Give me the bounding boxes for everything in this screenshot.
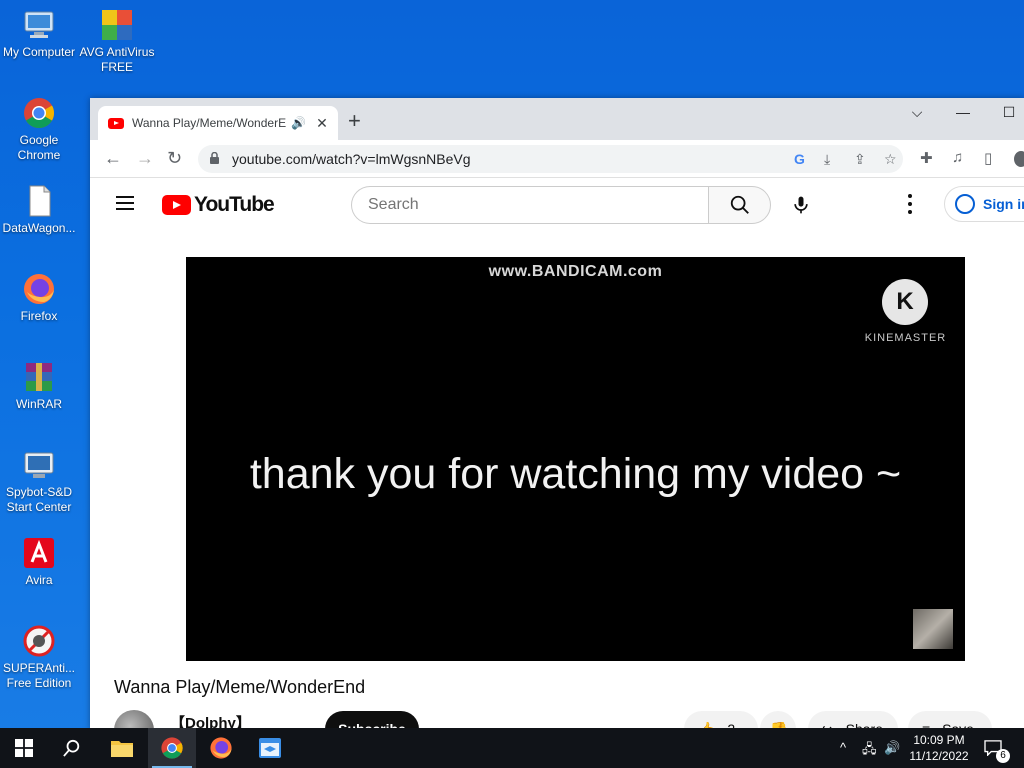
firefox-icon xyxy=(22,272,56,306)
kinemaster-logo-letter: K xyxy=(896,288,914,315)
bookmark-star-icon[interactable]: ☆ xyxy=(884,151,897,168)
kinemaster-logo-icon: K xyxy=(882,279,928,325)
winrar-icon xyxy=(22,360,56,394)
bandicam-watermark: www.BANDICAM.com xyxy=(488,263,663,280)
folder-icon xyxy=(111,741,133,757)
google-lens-icon[interactable]: G xyxy=(794,151,805,167)
address-bar[interactable]: youtube.com/watch?v=lmWgsnNBeVg G ⤓ ⇪ ☆ xyxy=(198,145,903,173)
reload-button[interactable]: ↻ xyxy=(167,148,182,168)
tab-youtube[interactable]: Wanna Play/Meme/WonderE 🔊 ✕ xyxy=(98,106,338,140)
desktop-icon-label: Spybot-S&D Start Center xyxy=(5,485,73,514)
video-caption: thank you for watching my video ~ xyxy=(249,450,902,498)
side-panel-icon[interactable]: ▯ xyxy=(984,149,992,167)
taskbar-clock[interactable]: 10:09 PM 11/12/2022 xyxy=(900,732,978,764)
microphone-icon xyxy=(794,196,808,214)
cat-image xyxy=(913,609,953,649)
desktop-icon-datawagon[interactable]: DataWagon... xyxy=(0,184,78,236)
desktop-icon-avira[interactable]: Avira xyxy=(0,536,78,588)
video-title: Wanna Play/Meme/WonderEnd xyxy=(114,677,366,697)
taskbar-file-explorer[interactable] xyxy=(98,728,146,768)
youtube-header: YouTube Sign in xyxy=(90,178,1024,232)
taskbar-app[interactable] xyxy=(246,728,294,768)
channel-avatar[interactable] xyxy=(114,710,154,730)
desktop-icon-my-computer[interactable]: My Computer xyxy=(0,8,78,60)
desktop-icon-label: WinRAR xyxy=(15,397,62,411)
browser-toolbar: ← → ↻ youtube.com/watch?v=lmWgsnNBeVg G … xyxy=(90,140,1024,178)
avira-icon xyxy=(22,536,56,570)
document-icon xyxy=(22,184,56,218)
speaker-icon[interactable]: 🔊 xyxy=(291,116,306,130)
clock-time: 10:09 PM xyxy=(913,733,965,747)
windows-logo-icon xyxy=(15,739,33,757)
extensions-icon[interactable]: ✚ xyxy=(920,149,933,167)
desktop-icon-avg[interactable]: AVG AntiVirus FREE xyxy=(78,8,156,75)
desktop-icon-label: Firefox xyxy=(20,309,58,323)
desktop-icon-label: Google Chrome xyxy=(17,133,61,162)
spybot-icon xyxy=(22,448,56,482)
notifications-button[interactable]: 6 xyxy=(980,728,1020,768)
close-tab-icon[interactable]: ✕ xyxy=(314,115,330,132)
minimize-button[interactable]: — xyxy=(943,102,983,122)
channel-row: 【Dolphy】 Subscribe 👍 2 👎 ↪ Share ≡ Save xyxy=(90,706,1024,730)
avg-antivirus-icon xyxy=(100,8,134,42)
sign-in-label: Sign in xyxy=(983,196,1024,212)
tray-chevron-icon[interactable]: ^ xyxy=(840,740,846,755)
install-app-icon[interactable]: ⤓ xyxy=(824,151,830,168)
desktop-icon-label: DataWagon... xyxy=(2,221,76,235)
search-button[interactable] xyxy=(708,186,771,224)
more-options-icon[interactable] xyxy=(908,194,912,214)
video-player[interactable]: www.BANDICAM.com K KINEMASTER thank you … xyxy=(186,257,965,661)
superantispyware-icon xyxy=(22,624,56,658)
browser-window: Wanna Play/Meme/WonderE 🔊 ✕ + ⌵ — ☐ ← → … xyxy=(90,98,1024,730)
desktop-icon-superantispyware[interactable]: SUPERAnti... Free Edition xyxy=(0,624,78,691)
notification-count-badge: 6 xyxy=(996,749,1010,763)
desktop-icon-firefox[interactable]: Firefox xyxy=(0,272,78,324)
sign-in-button[interactable]: Sign in xyxy=(944,186,1024,222)
kinemaster-watermark: KINEMASTER xyxy=(864,332,947,344)
hamburger-menu-icon[interactable] xyxy=(116,196,134,210)
desktop-icon-winrar[interactable]: WinRAR xyxy=(0,360,78,412)
chrome-icon xyxy=(161,737,183,759)
youtube-favicon-icon xyxy=(108,117,124,129)
search-input[interactable] xyxy=(351,186,709,224)
desktop-icon-label: My Computer xyxy=(2,45,76,59)
media-control-icon[interactable]: ♫ xyxy=(952,149,963,166)
taskbar: ^ 🖧 🔊 10:09 PM 11/12/2022 6 xyxy=(0,728,1024,768)
desktop-icon-spybot[interactable]: Spybot-S&D Start Center xyxy=(0,448,78,515)
computer-icon xyxy=(22,8,56,42)
network-icon[interactable]: 🖧 xyxy=(862,740,877,762)
desktop-icon-label: SUPERAnti... Free Edition xyxy=(2,661,76,690)
chrome-icon xyxy=(22,96,56,130)
taskbar-chrome[interactable] xyxy=(148,728,196,768)
address-url[interactable]: youtube.com/watch?v=lmWgsnNBeVg xyxy=(232,151,471,167)
desktop-icon-label: AVG AntiVirus FREE xyxy=(79,45,155,74)
app-window-icon xyxy=(259,738,281,758)
back-button[interactable]: ← xyxy=(104,148,122,168)
forward-button[interactable]: → xyxy=(136,148,154,168)
profile-avatar-icon[interactable] xyxy=(1014,151,1024,167)
clock-date: 11/12/2022 xyxy=(909,749,969,763)
start-button[interactable] xyxy=(0,728,48,768)
desktop-icon-google-chrome[interactable]: Google Chrome xyxy=(0,96,78,163)
tab-strip: Wanna Play/Meme/WonderE 🔊 ✕ + ⌵ — ☐ xyxy=(90,98,1024,140)
youtube-play-icon xyxy=(162,195,191,215)
youtube-logo-text: YouTube xyxy=(194,193,275,216)
new-tab-button[interactable]: + xyxy=(348,110,361,132)
tab-search-button[interactable]: ⌵ xyxy=(897,102,937,122)
account-icon xyxy=(955,194,975,214)
search-icon xyxy=(730,195,749,214)
taskbar-firefox[interactable] xyxy=(197,728,245,768)
voice-search-button[interactable] xyxy=(782,186,820,224)
maximize-button[interactable]: ☐ xyxy=(989,102,1024,122)
firefox-icon xyxy=(210,737,232,759)
desktop-icon-label: Avira xyxy=(25,573,53,587)
volume-icon[interactable]: 🔊 xyxy=(884,740,900,756)
tab-title: Wanna Play/Meme/WonderE xyxy=(132,116,287,130)
lock-icon[interactable] xyxy=(210,152,219,164)
search-icon xyxy=(63,739,80,757)
taskbar-search-button[interactable] xyxy=(48,728,96,768)
youtube-logo[interactable]: YouTube xyxy=(162,193,275,217)
share-icon[interactable]: ⇪ xyxy=(854,151,866,168)
